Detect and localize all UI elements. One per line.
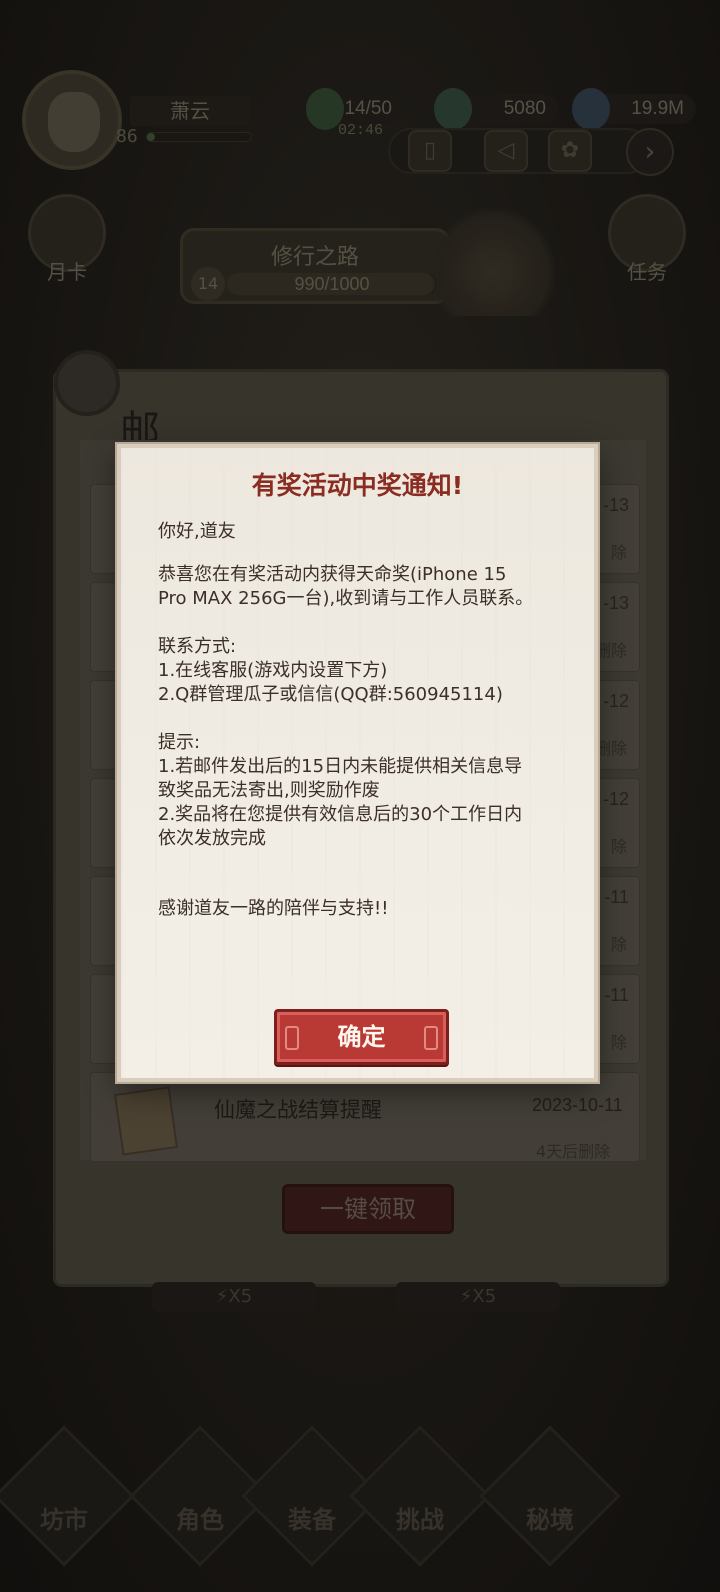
- claim-all-button[interactable]: 一键领取: [282, 1184, 454, 1234]
- congrats-line-2: Pro MAX 256G一台),收到请与工作人员联系。: [158, 588, 534, 609]
- nav-character-label: 角色: [176, 1506, 224, 1534]
- mail-expiry: 删除: [594, 739, 627, 758]
- tip-2-line-1: 2.奖品将在您提供有效信息后的30个工作日内: [158, 804, 523, 825]
- mail-date: -13: [602, 495, 629, 515]
- mail-expiry: 4天后删除: [536, 1142, 611, 1161]
- mail-date: -11: [604, 985, 629, 1005]
- mail-emblem-icon: [54, 350, 120, 416]
- nav-equipment-label: 装备: [288, 1506, 336, 1534]
- mail-title: 仙魔之战结算提醒: [214, 1098, 382, 1122]
- mail-expiry: 除: [610, 837, 627, 856]
- nav-realm-label: 秘境: [526, 1506, 574, 1534]
- tips-header: 提示:: [158, 732, 201, 753]
- experience-bar: [146, 132, 252, 142]
- prize-notice-dialog: 有奖活动中奖通知! 你好,道友 恭喜您在有奖活动内获得天命奖(iPhone 15…: [117, 444, 598, 1082]
- mail-expiry: 除: [610, 543, 627, 562]
- mail-date: 2023-10-11: [532, 1095, 623, 1115]
- settings-gear-icon[interactable]: ✿: [548, 130, 592, 172]
- journey-title: 修行之路: [270, 245, 359, 270]
- mail-date: -11: [604, 887, 629, 907]
- cultivation-path-panel[interactable]: 修行之路 14 990/1000: [180, 228, 450, 304]
- jade-value: 5080: [503, 98, 546, 119]
- jade-icon: [434, 88, 472, 130]
- mail-date: -12: [602, 789, 629, 809]
- horn-icon[interactable]: ◁: [484, 130, 528, 172]
- nav-challenge-label: 挑战: [396, 1506, 444, 1534]
- contact-header: 联系方式:: [158, 636, 237, 657]
- spirit-stone-icon: [572, 88, 610, 130]
- spirit-value: 19.9M: [631, 98, 684, 119]
- mail-expiry: 除: [610, 1033, 627, 1052]
- spirit-counter[interactable]: 19.9M: [572, 88, 696, 130]
- player-avatar[interactable]: [22, 70, 122, 170]
- congrats-line-1: 恭喜您在有奖活动内获得天命奖(iPhone 15: [158, 564, 507, 585]
- mail-expiry: 除: [610, 935, 627, 954]
- envelope-icon: [113, 1086, 179, 1156]
- jade-counter[interactable]: 5080: [434, 88, 558, 130]
- tip-2-line-2: 依次发放完成: [158, 828, 266, 849]
- energy-value: 14/50: [344, 98, 392, 119]
- monthly-card-label: 月卡: [47, 260, 87, 284]
- stamina-chip: ⚡X5: [152, 1282, 316, 1312]
- mail-date: -12: [602, 691, 629, 711]
- nav-market-label: 坊市: [40, 1506, 88, 1534]
- mail-expiry: 删除: [594, 641, 627, 660]
- journey-characters-image: [428, 206, 558, 316]
- experience-fill: [147, 133, 156, 141]
- tasks-label: 任务: [627, 260, 667, 284]
- thanks-text: 感谢道友一路的陪伴与支持!!: [158, 898, 389, 919]
- journey-progress-text: 990/1000: [294, 274, 370, 294]
- player-name: 萧云: [130, 96, 250, 126]
- journey-level-badge: 14: [191, 267, 225, 301]
- scroll-icon[interactable]: ▯: [408, 130, 452, 172]
- avatar-portrait: [48, 92, 100, 152]
- stamina-chip: ⚡X5: [396, 1282, 560, 1312]
- energy-counter[interactable]: 14/50: [306, 88, 404, 130]
- dialog-body: 你好,道友 恭喜您在有奖活动内获得天命奖(iPhone 15 Pro MAX 2…: [158, 520, 568, 921]
- greeting-text: 你好,道友: [158, 521, 236, 542]
- player-level: 86: [116, 126, 138, 147]
- confirm-button[interactable]: 确定: [274, 1009, 449, 1065]
- tip-1-line-1: 1.若邮件发出后的15日内未能提供相关信息导: [158, 756, 523, 777]
- energy-timer: 02:46: [338, 122, 384, 139]
- contact-line-1: 1.在线客服(游戏内设置下方): [158, 660, 388, 681]
- dialog-title: 有奖活动中奖通知!: [251, 471, 464, 500]
- tip-1-line-2: 致奖品无法寄出,则奖励作废: [158, 780, 380, 801]
- contact-line-2: 2.Q群管理瓜子或信信(QQ群:560945114): [158, 684, 503, 705]
- mail-date: -13: [602, 593, 629, 613]
- chevron-right-icon[interactable]: ›: [626, 128, 674, 176]
